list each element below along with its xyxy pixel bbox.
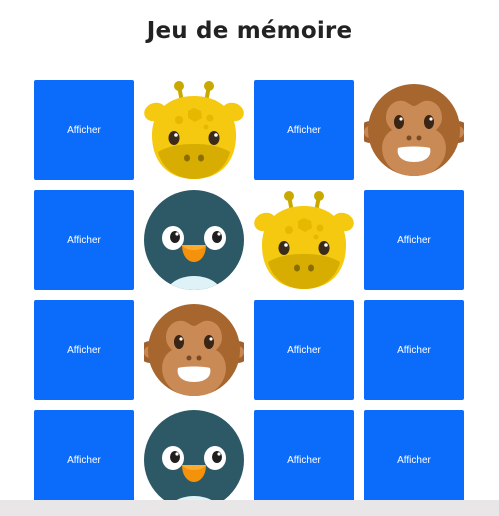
reveal-card-button[interactable]: Afficher: [34, 410, 134, 510]
reveal-card-button[interactable]: Afficher: [34, 80, 134, 180]
memory-card: [144, 80, 244, 180]
giraffe-icon: [144, 80, 244, 180]
memory-game-page: Jeu de mémoire Afficher Afficher Afficher A…: [0, 0, 499, 516]
memory-card: Afficher: [254, 80, 354, 180]
memory-card: [144, 190, 244, 290]
memory-card: Afficher: [34, 410, 134, 510]
monkey-icon: [144, 300, 244, 400]
memory-card: [364, 80, 464, 180]
page-title: Jeu de mémoire: [146, 18, 353, 44]
memory-card: Afficher: [254, 300, 354, 400]
reveal-card-button[interactable]: Afficher: [34, 300, 134, 400]
memory-card: [254, 190, 354, 290]
memory-card: [144, 410, 244, 510]
reveal-card-button[interactable]: Afficher: [364, 410, 464, 510]
memory-card: Afficher: [364, 300, 464, 400]
reveal-card-button[interactable]: Afficher: [364, 300, 464, 400]
reveal-card-button[interactable]: Afficher: [34, 190, 134, 290]
memory-card: Afficher: [34, 80, 134, 180]
reveal-card-button[interactable]: Afficher: [364, 190, 464, 290]
memory-card: [144, 300, 244, 400]
memory-card: Afficher: [34, 300, 134, 400]
penguin-icon: [144, 190, 244, 290]
reveal-card-button[interactable]: Afficher: [254, 410, 354, 510]
card-grid: Afficher Afficher Afficher Afficher Afficher…: [34, 80, 464, 510]
memory-card: Afficher: [364, 190, 464, 290]
memory-card: Afficher: [34, 190, 134, 290]
memory-card: Afficher: [254, 410, 354, 510]
bottom-bar: [0, 500, 499, 516]
giraffe-icon: [254, 190, 354, 290]
reveal-card-button[interactable]: Afficher: [254, 300, 354, 400]
reveal-card-button[interactable]: Afficher: [254, 80, 354, 180]
penguin-icon: [144, 410, 244, 510]
memory-card: Afficher: [364, 410, 464, 510]
monkey-icon: [364, 80, 464, 180]
